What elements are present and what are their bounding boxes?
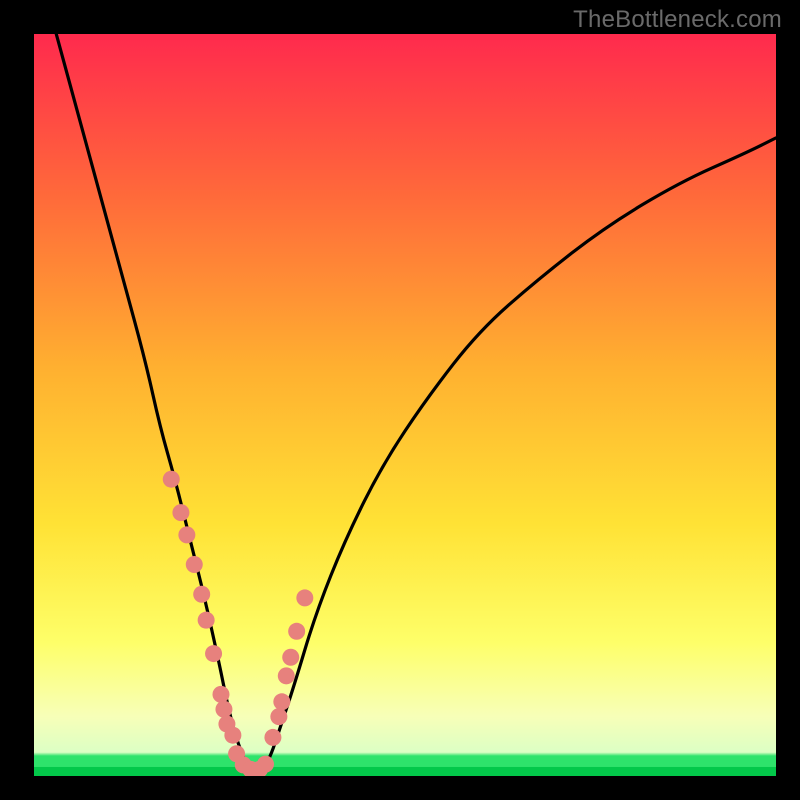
gradient-background (34, 34, 776, 776)
marker-dot (163, 471, 180, 488)
watermark-text: TheBottleneck.com (573, 6, 782, 34)
marker-dot (257, 756, 274, 773)
marker-dot (215, 701, 232, 718)
marker-dot (172, 504, 189, 521)
marker-dot (224, 727, 241, 744)
marker-dot (273, 693, 290, 710)
marker-dot (278, 667, 295, 684)
marker-dot (264, 729, 281, 746)
marker-dot (296, 589, 313, 606)
outer-black-frame: TheBottleneck.com (0, 0, 800, 800)
marker-dot (186, 556, 203, 573)
chart-svg (34, 34, 776, 776)
marker-dot (193, 586, 210, 603)
green-band-dark (34, 767, 776, 776)
marker-dot (212, 686, 229, 703)
marker-dot (198, 612, 215, 629)
marker-dot (288, 623, 305, 640)
marker-dot (282, 649, 299, 666)
marker-dot (178, 526, 195, 543)
plot-area (34, 34, 776, 776)
marker-dot (205, 645, 222, 662)
marker-dot (270, 708, 287, 725)
